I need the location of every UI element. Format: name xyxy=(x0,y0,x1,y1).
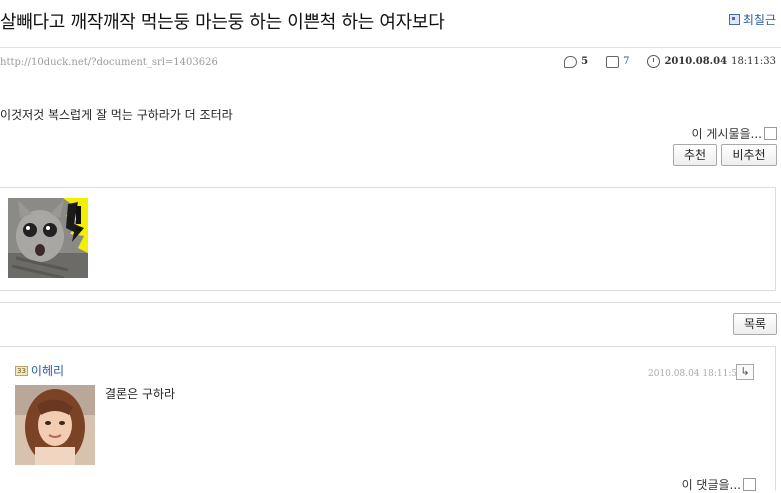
title-divider xyxy=(0,47,781,48)
comment-date-day: 2010.08.04 xyxy=(648,369,700,379)
document-title: 살빼다고 깨작깨작 먹는둥 마는둥 하는 이쁜척 하는 여자보다 xyxy=(0,12,445,33)
document-url[interactable]: http://10duck.net/?document_srl=1403626 xyxy=(0,57,218,68)
read-count-icon xyxy=(606,55,620,68)
author-name[interactable]: 최칠근 xyxy=(743,11,776,28)
reply-icon[interactable]: ↳ xyxy=(736,364,754,380)
cat-image xyxy=(8,198,88,278)
comment-count: 5 xyxy=(581,56,589,67)
recommend-button[interactable]: 추천 xyxy=(673,144,717,166)
this-comment-label[interactable]: 이 댓글을... xyxy=(682,476,741,493)
document-body: 이것저것 복스럽게 잘 먹는 구하라가 더 조터라 xyxy=(0,108,233,122)
this-post-menu[interactable]: 이 게시물을... xyxy=(692,125,777,142)
member-icon xyxy=(728,14,740,25)
comment-text: 결론은 구하라 xyxy=(105,387,176,401)
this-comment-menu[interactable]: 이 댓글을... xyxy=(682,476,756,493)
section-divider xyxy=(0,302,781,303)
this-post-label[interactable]: 이 게시물을... xyxy=(692,125,762,142)
document-date: 2010.08.04 xyxy=(664,56,728,67)
not-recommend-button[interactable]: 비추천 xyxy=(721,144,777,166)
attachment-box xyxy=(0,187,776,291)
comment-author-name[interactable]: 이헤리 xyxy=(31,362,64,379)
level-badge-icon: 33 xyxy=(15,365,28,376)
clock-icon xyxy=(647,55,661,68)
list-button[interactable]: 목록 xyxy=(733,313,777,335)
comment-author[interactable]: 33 이헤리 xyxy=(15,362,64,379)
document-meta: 5 7 2010.08.04 18:11:33 xyxy=(564,55,776,68)
document-time: 18:11:33 xyxy=(731,56,776,67)
avatar xyxy=(15,385,95,465)
comment-date: 2010.08.04 18:11:54 xyxy=(648,369,743,379)
post-menu-icon[interactable] xyxy=(764,127,777,140)
read-count: 7 xyxy=(623,56,630,67)
comment-count-icon xyxy=(564,55,578,68)
comment-box xyxy=(0,346,776,491)
document-author[interactable]: 최칠근 xyxy=(728,11,776,28)
comment-menu-icon[interactable] xyxy=(743,478,756,491)
